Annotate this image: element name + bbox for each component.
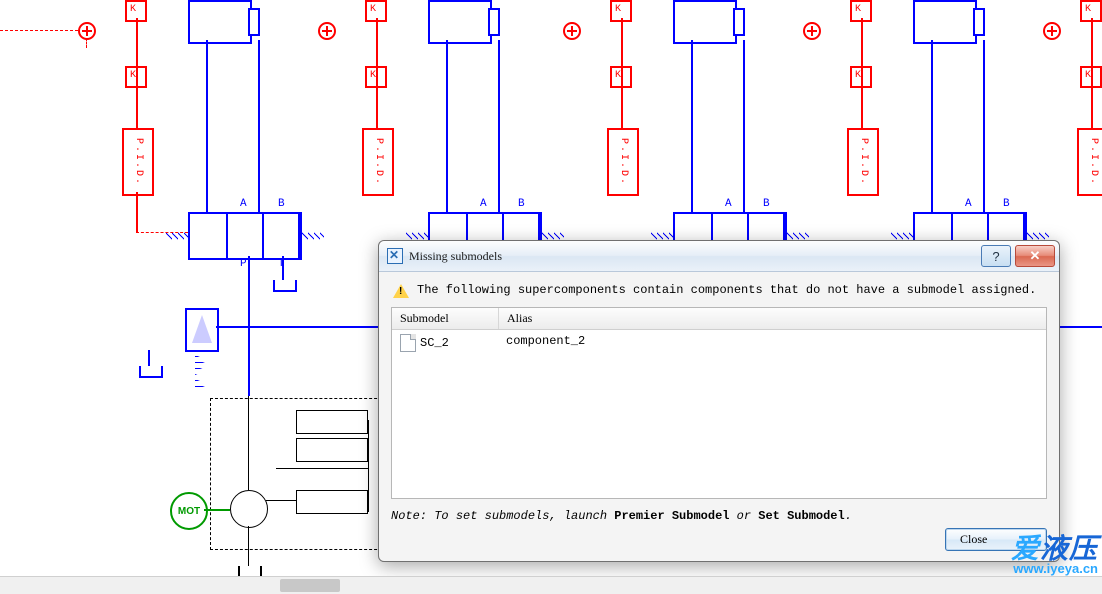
list-row[interactable]: SC_2 component_2 — [392, 330, 1046, 356]
port-label-t: T — [278, 258, 285, 270]
column-submodel[interactable]: Submodel — [392, 308, 499, 329]
cell-submodel: SC_2 — [420, 336, 449, 350]
actuator — [673, 0, 737, 44]
dialog-titlebar[interactable]: Missing submodels ? ✕ — [379, 241, 1059, 272]
note-text: Note: To set submodels, launch Premier S… — [391, 509, 1047, 523]
actuator — [913, 0, 977, 44]
gain-block — [850, 0, 872, 22]
pid-block: P.I.D. — [122, 128, 154, 196]
gain-block — [365, 0, 387, 22]
close-button[interactable]: Close — [945, 528, 1047, 551]
app-icon — [387, 248, 403, 264]
port-label-a: A — [480, 198, 487, 210]
summing-junction — [1043, 22, 1061, 40]
gain-block — [125, 66, 147, 88]
port-label-b: B — [763, 198, 770, 210]
servo-valve-icon — [296, 410, 368, 434]
summing-junction — [318, 22, 336, 40]
document-icon — [400, 334, 416, 352]
help-button[interactable]: ? — [981, 245, 1011, 267]
actuator — [428, 0, 492, 44]
tank-icon — [273, 280, 297, 292]
gain-block — [1080, 0, 1102, 22]
gain-block — [610, 0, 632, 22]
servo-valve-icon — [296, 490, 368, 514]
app-canvas: { "schematic": { "pid_label": "P.I.D.", … — [0, 0, 1102, 594]
horizontal-scrollbar[interactable] — [0, 576, 1102, 594]
gain-block — [850, 66, 872, 88]
relief-valve — [185, 308, 219, 352]
port-label-p: P — [240, 258, 247, 270]
summing-junction — [563, 22, 581, 40]
pid-block: P.I.D. — [362, 128, 394, 196]
tank-icon — [139, 366, 163, 378]
directional-valve — [188, 212, 302, 260]
list-header: Submodel Alias — [392, 308, 1046, 330]
pump-supercomponent — [210, 398, 392, 550]
port-label-b: B — [1003, 198, 1010, 210]
port-label-b: B — [518, 198, 525, 210]
submodel-list[interactable]: Submodel Alias SC_2 component_2 — [391, 307, 1047, 499]
column-alias[interactable]: Alias — [499, 308, 1046, 329]
summing-junction — [78, 22, 96, 40]
gain-block — [1080, 66, 1102, 88]
close-window-button[interactable]: ✕ — [1015, 245, 1055, 267]
port-label-a: A — [965, 198, 972, 210]
variable-pump-icon — [230, 490, 268, 528]
actuator — [188, 0, 252, 44]
cell-alias: component_2 — [498, 332, 1046, 354]
port-label-a: A — [240, 198, 247, 210]
gain-block — [125, 0, 147, 22]
servo-valve-icon — [296, 438, 368, 462]
gain-block — [610, 66, 632, 88]
warning-text: The following supercomponents contain co… — [417, 283, 1036, 297]
gain-block — [365, 66, 387, 88]
warning-message: The following supercomponents contain co… — [393, 283, 1047, 299]
pid-block: P.I.D. — [1077, 128, 1102, 196]
dialog-title: Missing submodels — [409, 249, 977, 264]
summing-junction — [803, 22, 821, 40]
pid-block: P.I.D. — [607, 128, 639, 196]
spring-icon — [195, 350, 205, 390]
warning-icon — [393, 283, 409, 299]
pid-block: P.I.D. — [847, 128, 879, 196]
missing-submodels-dialog: Missing submodels ? ✕ The following supe… — [378, 240, 1060, 562]
motor-icon: MOT — [170, 492, 208, 530]
port-label-a: A — [725, 198, 732, 210]
port-label-b: B — [278, 198, 285, 210]
scrollbar-thumb[interactable] — [280, 579, 340, 592]
